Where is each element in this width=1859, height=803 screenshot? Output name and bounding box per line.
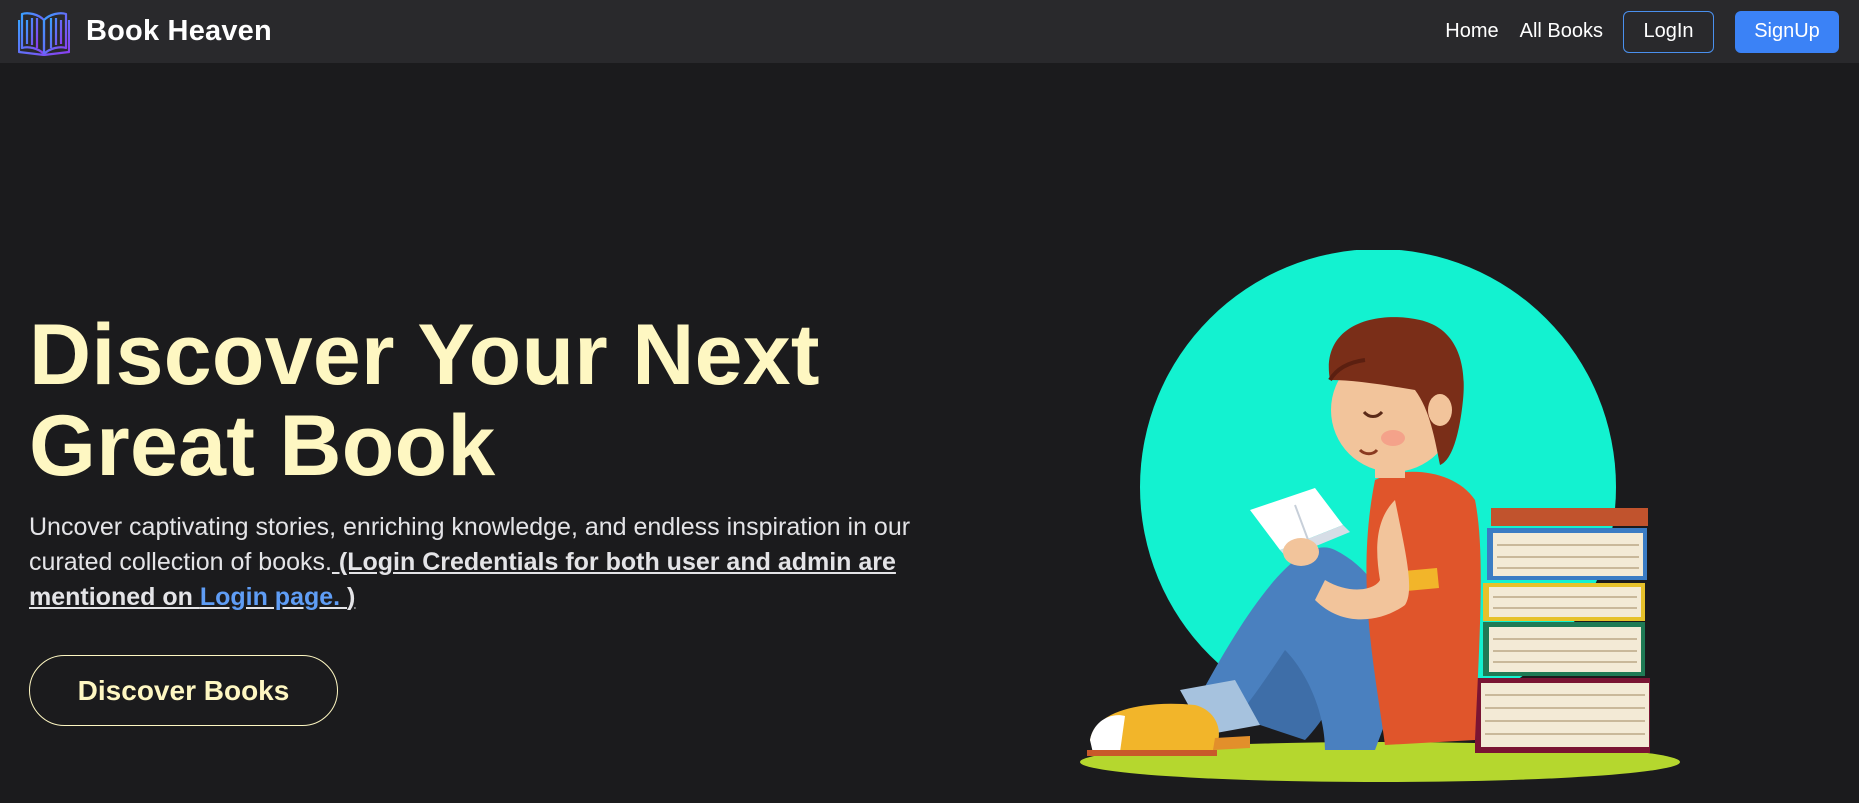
credentials-note-close: ) [347,583,356,611]
nav-links: Home All Books LogIn SignUp [1445,10,1839,53]
login-page-link[interactable]: Login page. [200,583,347,611]
boy-reading-book-illustration [1080,250,1680,782]
nav-all-books-link[interactable]: All Books [1520,20,1603,43]
login-button[interactable]: LogIn [1623,10,1714,53]
hero-title: Discover Your Next Great Book [29,310,929,492]
brand-name: Book Heaven [86,15,272,47]
navbar: Book Heaven Home All Books LogIn SignUp [0,0,1859,63]
hero-description: Uncover captivating stories, enriching k… [29,510,929,615]
hero-title-line-1: Discover Your Next [29,307,820,403]
nav-home-link[interactable]: Home [1445,20,1498,43]
discover-books-button[interactable]: Discover Books [29,655,338,726]
signup-button[interactable]: SignUp [1735,10,1839,53]
book-stack [1475,508,1650,753]
brand[interactable]: Book Heaven [18,8,272,56]
hero-content: Discover Your Next Great Book Uncover ca… [29,310,929,726]
hero-title-line-2: Great Book [29,398,496,494]
open-book-icon [18,11,70,56]
